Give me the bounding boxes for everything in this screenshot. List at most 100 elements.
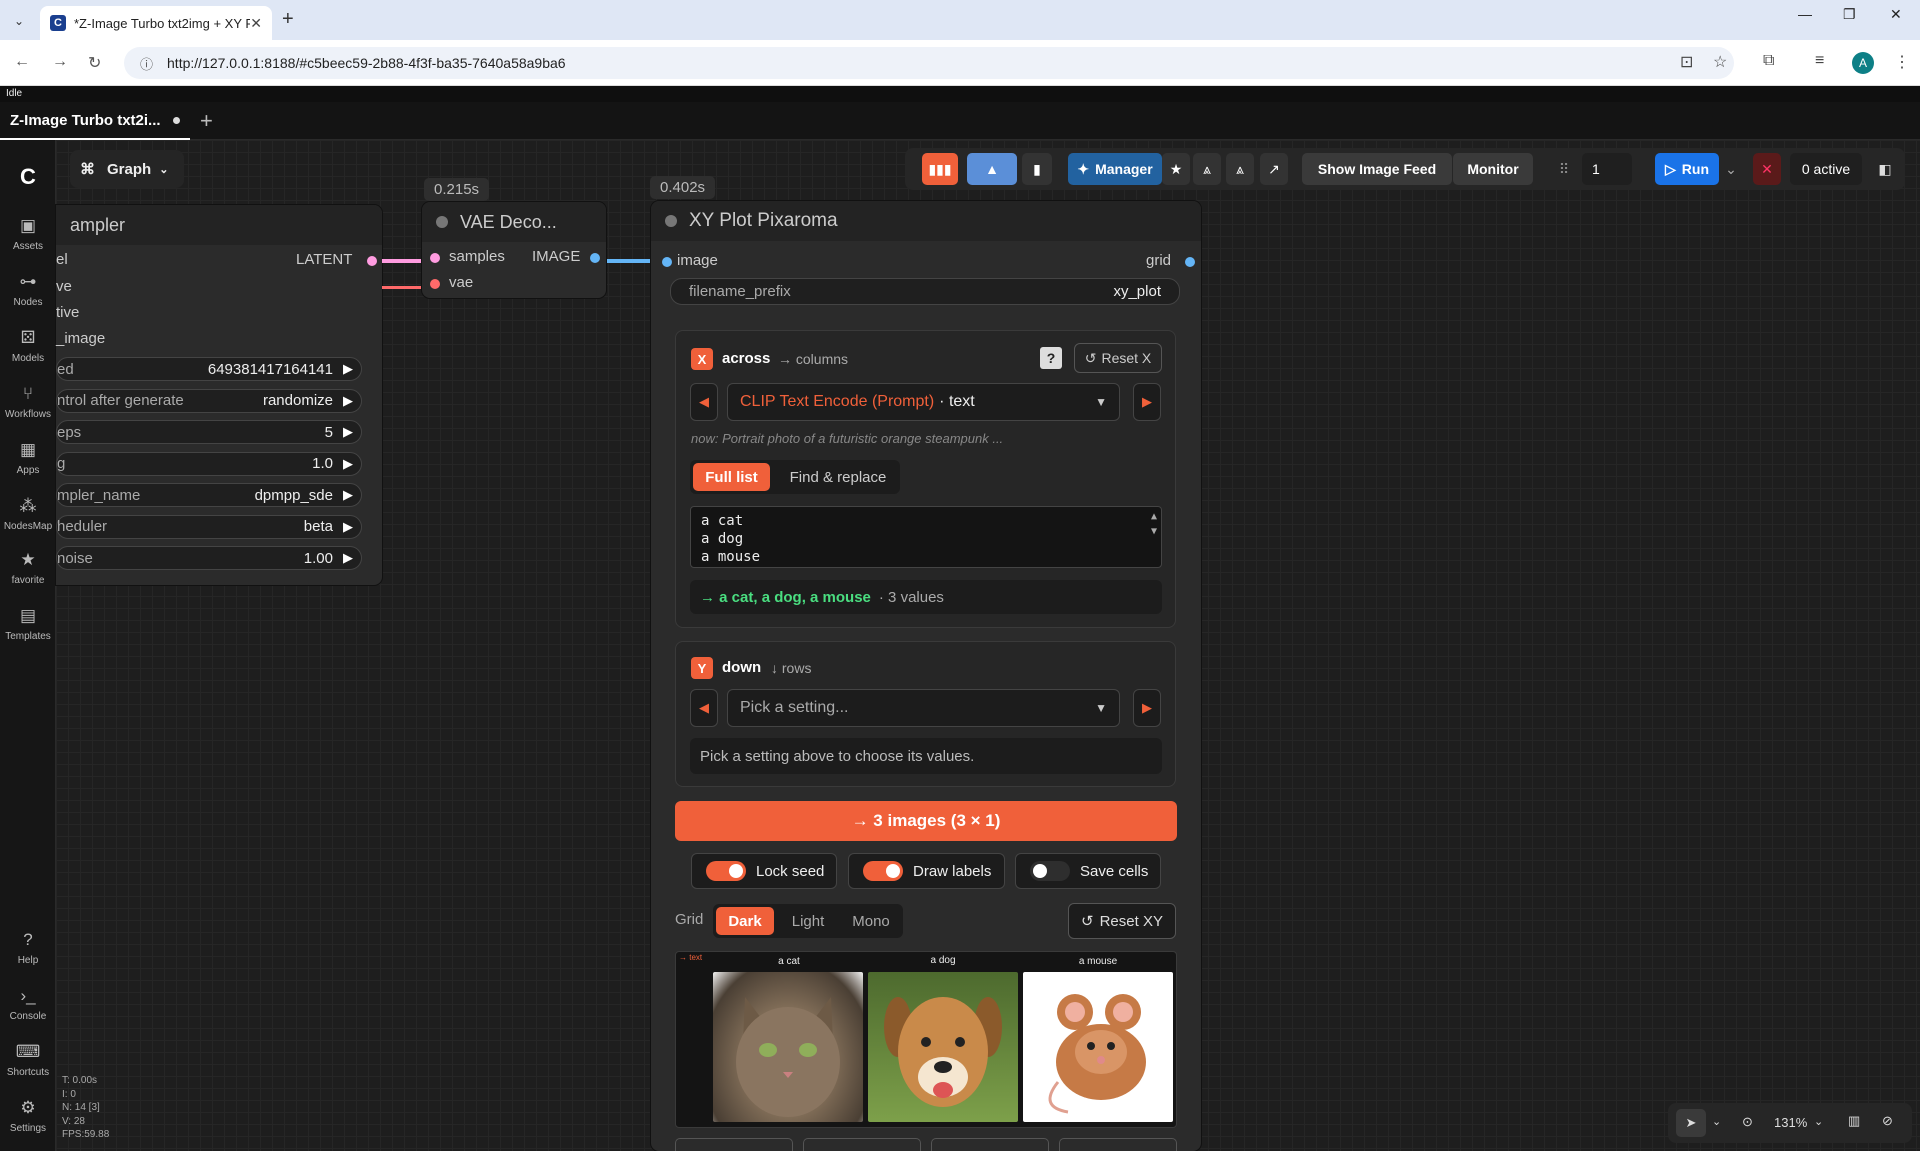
increment-arrow-icon[interactable]: ▶ [343,519,353,535]
increment-arrow-icon[interactable]: ▶ [343,393,353,409]
y-next-setting-icon[interactable]: ▶ [1133,689,1161,727]
sidebar-item-assets[interactable]: ▣ Assets [0,216,56,252]
batch-count-input[interactable]: 1 [1582,153,1632,185]
latent-output-dot[interactable] [367,256,377,266]
close-window-icon[interactable]: ✕ [1890,6,1902,23]
hide-links-icon[interactable]: ⊘ [1882,1113,1893,1129]
theme-light-tab[interactable]: Light [779,907,837,935]
restore-icon[interactable]: ❐ [1843,6,1856,23]
interrupt-icon[interactable]: ✕ [1753,153,1781,185]
workflow-tab[interactable]: Z-Image Turbo txt2i... [0,102,190,140]
x-values-textarea[interactable]: a cat a dog a mouse ▲ ▼ [690,506,1162,568]
increment-arrow-icon[interactable]: ▶ [343,456,353,472]
install-app-icon[interactable]: ⊡ [1680,52,1693,72]
fit-view-icon[interactable]: ⊙ [1742,1114,1753,1130]
bookmark-star-icon[interactable]: ☆ [1713,52,1727,72]
theme-dark-tab[interactable]: Dark [716,907,774,935]
lock-seed-toggle[interactable]: Lock seed [691,853,837,889]
close-tab-icon[interactable]: ✕ [250,15,262,32]
grid-preview[interactable]: → text a cat a dog a mouse [675,951,1177,1128]
panel-toggle-icon[interactable]: ◧ [1871,153,1899,185]
image-input-dot[interactable] [662,257,672,267]
model-tool-icon[interactable]: ⩓ [1193,153,1221,185]
run-options-chevron-icon[interactable]: ⌄ [1723,153,1739,185]
mountain-logo-icon[interactable]: ▲ [967,153,1017,185]
sidebar-item-settings[interactable]: ⚙ Settings [0,1098,56,1134]
y-setting-select[interactable]: Pick a setting... ▼ [727,689,1120,727]
sidebar-item-apps[interactable]: ▦ Apps [0,440,56,476]
model-tool-2-icon[interactable]: ⩓ [1226,153,1254,185]
reset-x-button[interactable]: ↺ Reset X [1074,343,1162,373]
browser-menu-icon[interactable]: ⋮ [1894,52,1910,72]
show-image-feed-button[interactable]: Show Image Feed [1302,153,1452,185]
zoom-chevron-icon[interactable]: ⌄ [1814,1115,1823,1128]
draw-labels-switch[interactable] [863,861,903,881]
star-tool-icon[interactable]: ★ [1162,153,1190,185]
back-icon[interactable]: ← [14,53,30,71]
theme-mono-tab[interactable]: Mono [842,907,900,935]
samples-input-dot[interactable] [430,253,440,263]
vae-input-dot[interactable] [430,279,440,289]
save-cells-toggle[interactable]: Save cells [1015,853,1161,889]
ksampler-widget[interactable]: g 1.0 ▶ [56,451,362,476]
cell-action-button[interactable] [675,1138,793,1151]
ksampler-widget[interactable]: ntrol after generate randomize ▶ [56,388,362,413]
drag-handle-icon[interactable]: ⠿ [1555,153,1573,185]
sidebar-item-console[interactable]: ›_ Console [0,986,56,1022]
image-output-dot[interactable] [590,253,600,263]
profile-avatar[interactable]: A [1852,52,1874,74]
increment-arrow-icon[interactable]: ▶ [343,361,353,377]
zoom-level[interactable]: 131% [1774,1115,1807,1130]
cell-action-button[interactable] [931,1138,1049,1151]
help-icon[interactable]: ? [1040,347,1062,369]
ksampler-widget[interactable]: heduler beta ▶ [56,514,362,539]
find-replace-tab[interactable]: Find & replace [782,463,894,491]
reset-xy-button[interactable]: ↺ Reset XY [1068,903,1176,939]
ksampler-widget[interactable]: noise 1.00 ▶ [56,546,362,570]
sidebar-item-models[interactable]: ⚄ Models [0,328,56,364]
monitor-button[interactable]: Monitor [1453,153,1533,185]
sidebar-item-templates[interactable]: ▤ Templates [0,606,56,642]
sidebar-item-shortcuts[interactable]: ⌨ Shortcuts [0,1042,56,1078]
cell-action-button[interactable] [1059,1138,1177,1151]
forward-icon[interactable]: → [52,53,68,71]
sidebar-item-help[interactable]: ? Help [0,930,56,966]
new-tab-icon[interactable]: + [282,8,294,31]
ksampler-widget[interactable]: mpler_name dpmpp_sde ▶ [56,483,362,507]
tab-search-icon[interactable]: ⌄ [8,10,30,32]
add-workflow-icon[interactable]: + [200,108,213,134]
run-button[interactable]: ▷ Run [1655,153,1719,185]
queue-status[interactable]: 0 active [1790,153,1862,185]
ksampler-node[interactable]: ampler el ve tive _image LATENT ed 649381… [56,205,382,585]
xyplot-node[interactable]: XY Plot Pixaroma image grid filename_pre… [651,201,1201,1151]
media-icon[interactable]: ≡ [1815,52,1824,70]
x-prev-setting-icon[interactable]: ◀ [690,383,718,421]
sidebar-item-nodes[interactable]: ⊶ Nodes [0,272,56,308]
ksampler-widget[interactable]: ed 649381417164141 ▶ [56,357,362,381]
ksampler-widget[interactable]: eps 5 ▶ [56,420,362,444]
vae-title[interactable]: VAE Deco... [422,202,606,242]
draw-labels-toggle[interactable]: Draw labels [848,853,1005,889]
bookmark-icon[interactable]: ▮ [1022,153,1052,185]
share-icon[interactable]: ↗ [1260,153,1288,185]
reload-icon[interactable]: ↻ [88,53,101,73]
minimap-icon[interactable]: ▥ [1848,1113,1860,1129]
sidebar-item-workflows[interactable]: ⑂ Workflows [0,384,56,420]
x-setting-select[interactable]: CLIP Text Encode (Prompt) · text ▼ [727,383,1120,421]
pixaroma-icon[interactable]: ▮▮▮ [922,153,958,185]
sidebar-item-nodesmap[interactable]: ⁂ NodesMap [0,496,56,532]
grid-output-dot[interactable] [1185,257,1195,267]
select-mode-icon[interactable]: ➤ [1676,1109,1706,1137]
x-next-setting-icon[interactable]: ▶ [1133,383,1161,421]
full-list-tab[interactable]: Full list [693,463,770,491]
extensions-icon[interactable]: ⧉ [1763,52,1774,70]
filename-prefix-widget[interactable]: filename_prefix xy_plot [670,278,1180,305]
scrollbar-arrows-icon[interactable]: ▲ ▼ [1151,509,1157,539]
save-cells-switch[interactable] [1030,861,1070,881]
vae-decode-node[interactable]: VAE Deco... samples vae IMAGE [422,202,606,298]
xyplot-title[interactable]: XY Plot Pixaroma [651,201,1201,241]
lock-seed-switch[interactable] [706,861,746,881]
browser-tab[interactable]: C *Z-Image Turbo txt2img + XY P ✕ [40,6,272,40]
increment-arrow-icon[interactable]: ▶ [343,424,353,440]
minimize-icon[interactable]: — [1798,6,1812,22]
